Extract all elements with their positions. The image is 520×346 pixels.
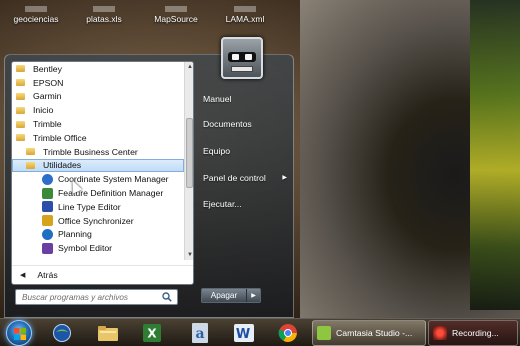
- program-planning[interactable]: Planning: [12, 228, 184, 242]
- taskbar: X a W Camtasia Studio -... Recording...: [0, 318, 520, 346]
- menu-item-ejecutar[interactable]: Ejecutar...: [199, 196, 291, 211]
- svg-text:W: W: [236, 327, 250, 342]
- feature-icon: [42, 187, 53, 199]
- program-folder-inicio[interactable]: Inicio: [12, 103, 184, 117]
- svg-text:X: X: [147, 327, 157, 341]
- menu-item-equipo[interactable]: Equipo: [199, 143, 291, 158]
- folder-icon: [26, 161, 35, 169]
- windows-logo-icon: [14, 328, 26, 340]
- desktop-icon-platas[interactable]: platas.xls: [82, 0, 126, 24]
- folder-icon: [16, 79, 25, 87]
- menu-item-manuel[interactable]: Manuel: [199, 91, 291, 106]
- menu-item-documentos[interactable]: Documentos: [199, 116, 291, 131]
- desktop-icon-mapsource[interactable]: MapSource: [150, 0, 202, 24]
- excel-icon[interactable]: X: [140, 322, 164, 344]
- shutdown-options-icon[interactable]: ▶: [246, 289, 260, 302]
- start-button[interactable]: [6, 320, 32, 346]
- programs-pane: Bentley EPSON Garmin Inicio Trimble Trim…: [11, 61, 194, 285]
- program-feature-definition-manager[interactable]: Feature Definition Manager: [12, 186, 184, 200]
- folder-icon: [16, 106, 25, 114]
- program-line-type-editor[interactable]: Line Type Editor: [12, 200, 184, 214]
- start-menu: Bentley EPSON Garmin Inicio Trimble Trim…: [4, 37, 295, 319]
- camtasia-icon: [317, 326, 331, 340]
- folder-icon: [16, 120, 25, 128]
- word-icon[interactable]: W: [232, 322, 256, 344]
- program-coordinate-system-manager[interactable]: Coordinate System Manager: [12, 172, 184, 186]
- file-explorer-icon[interactable]: [96, 322, 120, 344]
- programs-list: Bentley EPSON Garmin Inicio Trimble Trim…: [12, 62, 184, 260]
- back-arrow-icon: ◀: [20, 271, 26, 279]
- program-folder-garmin[interactable]: Garmin: [12, 90, 184, 104]
- program-folder-trimble-business-center[interactable]: Trimble Business Center: [12, 145, 184, 159]
- back-button[interactable]: ◀ Atrás: [12, 265, 193, 283]
- taskbar-task-recording[interactable]: Recording...: [428, 320, 518, 346]
- user-avatar[interactable]: [221, 37, 263, 79]
- wallpaper-accent: [470, 0, 520, 310]
- scroll-down-icon[interactable]: ▼: [185, 250, 193, 260]
- google-earth-icon[interactable]: [50, 322, 74, 344]
- folder-icon: [16, 134, 25, 142]
- planning-icon: [42, 228, 53, 240]
- taskbar-task-camtasia[interactable]: Camtasia Studio -...: [312, 320, 426, 346]
- program-folder-utilidades[interactable]: Utilidades: [12, 158, 184, 173]
- sync-icon: [42, 215, 53, 227]
- acrobat-icon[interactable]: a: [188, 322, 212, 344]
- program-folder-trimble[interactable]: Trimble: [12, 117, 184, 131]
- shutdown-button[interactable]: Apagar ▶: [201, 288, 261, 303]
- desktop-icon-geociencias[interactable]: geociencias: [8, 0, 64, 24]
- desktop-icon-lama[interactable]: LAMA.xml: [222, 0, 268, 24]
- right-pane: Manuel Documentos Equipo Panel de contro…: [195, 37, 295, 319]
- xml-file-icon: [234, 6, 256, 12]
- program-office-synchronizer[interactable]: Office Synchronizer: [12, 214, 184, 228]
- folder-icon: [16, 92, 25, 100]
- program-symbol-editor[interactable]: Symbol Editor: [12, 241, 184, 255]
- globe-icon: [42, 173, 53, 185]
- search-icon[interactable]: [160, 290, 174, 304]
- folder-icon: [26, 148, 35, 156]
- scroll-up-icon[interactable]: ▲: [185, 62, 193, 72]
- mapsource-icon: [165, 6, 187, 12]
- programs-scrollbar[interactable]: ▲ ▼: [184, 62, 193, 260]
- svg-text:a: a: [195, 326, 204, 342]
- menu-item-panel-de-control[interactable]: Panel de control ▶: [199, 170, 291, 185]
- chrome-icon[interactable]: [276, 322, 300, 344]
- folder-icon: [25, 6, 47, 12]
- scroll-thumb[interactable]: [186, 118, 193, 188]
- recording-icon: [433, 326, 447, 340]
- folder-icon: [16, 65, 25, 73]
- program-folder-epson[interactable]: EPSON: [12, 76, 184, 90]
- program-folder-bentley[interactable]: Bentley: [12, 62, 184, 76]
- submenu-arrow-icon: ▶: [282, 175, 287, 181]
- symbol-icon: [42, 242, 53, 254]
- excel-file-icon: [93, 6, 115, 12]
- program-folder-trimble-office[interactable]: Trimble Office: [12, 131, 184, 145]
- line-type-icon: [42, 201, 53, 213]
- search-input[interactable]: Buscar programas y archivos: [15, 289, 178, 305]
